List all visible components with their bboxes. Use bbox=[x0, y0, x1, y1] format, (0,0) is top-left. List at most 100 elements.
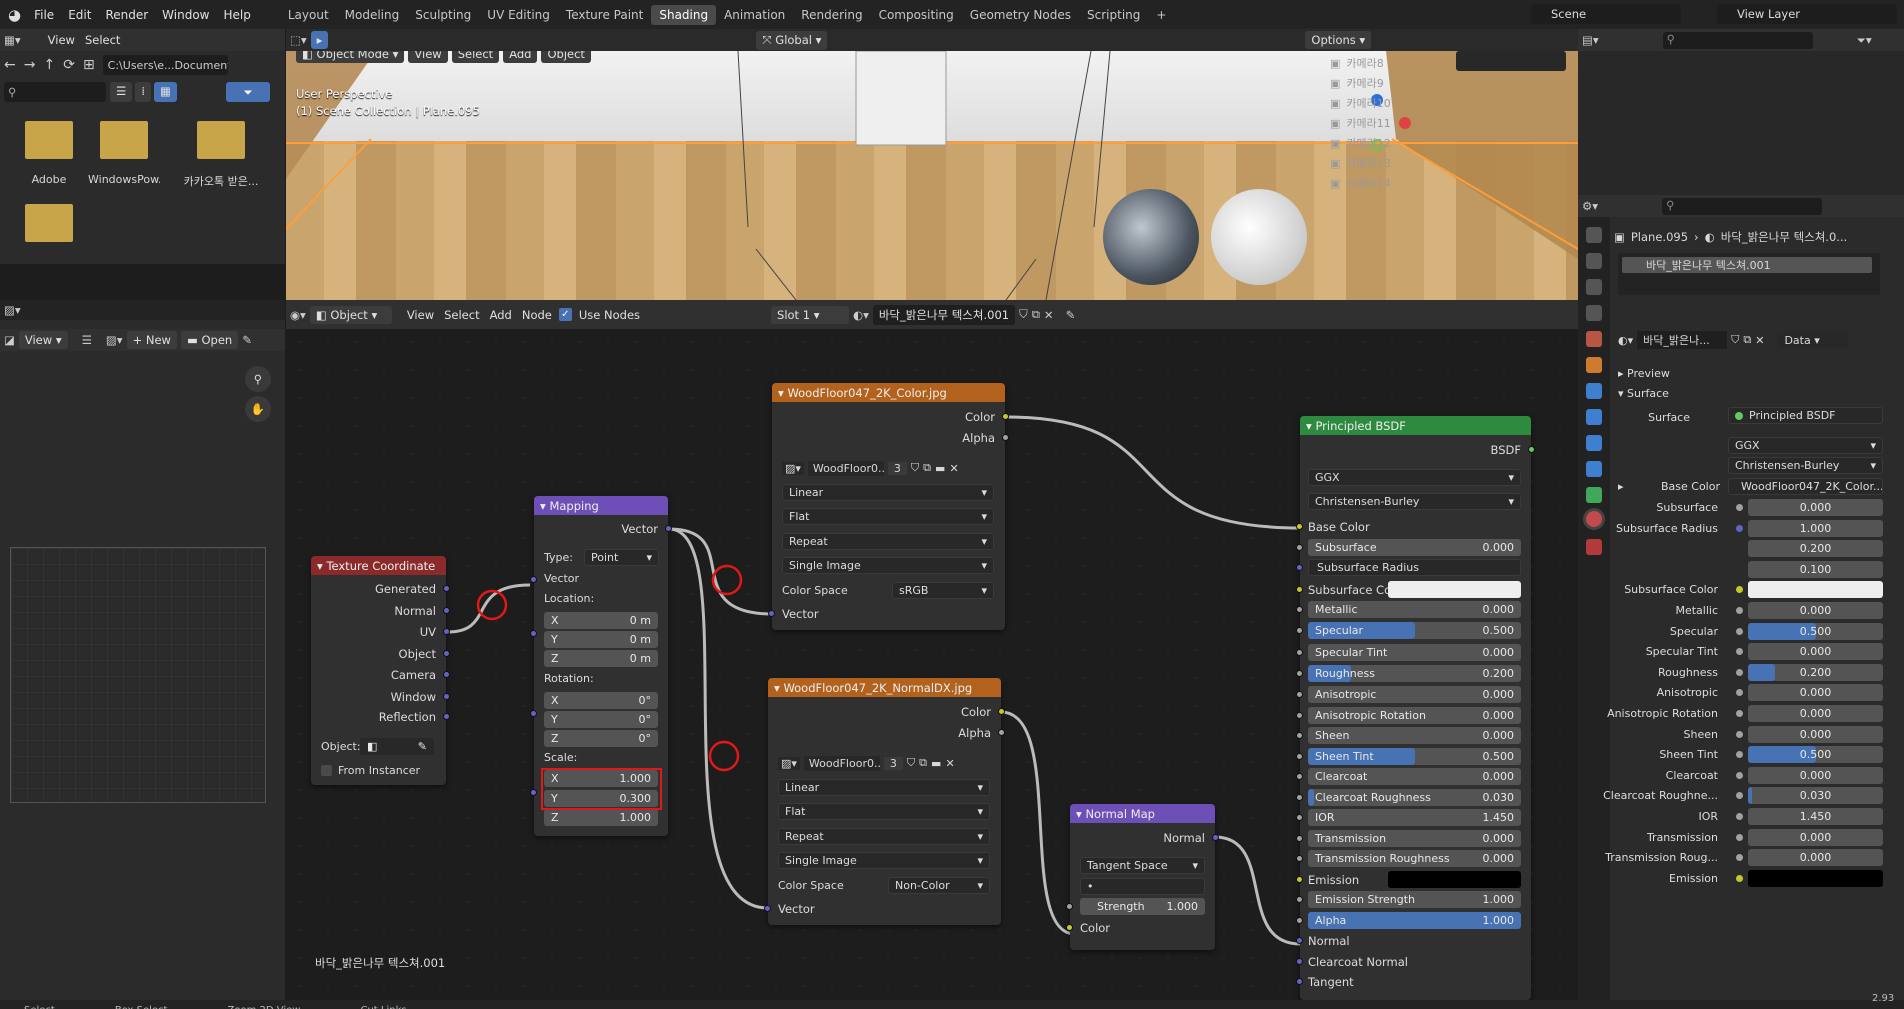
pan-hand-icon[interactable]: ✋ bbox=[245, 396, 271, 422]
image-datablock[interactable]: ▨▾ WoodFloor0... 3 ⛉ ⧉ ▬ ✕ bbox=[778, 754, 990, 772]
socket-icon[interactable] bbox=[1736, 628, 1743, 635]
property-field[interactable]: 0.030 bbox=[1748, 787, 1883, 804]
folder-item[interactable] bbox=[14, 204, 84, 242]
node-header[interactable]: ▾ Normal Map bbox=[1070, 804, 1215, 823]
menu-file[interactable]: File bbox=[27, 8, 61, 22]
socket[interactable] bbox=[530, 789, 537, 796]
socket[interactable] bbox=[443, 607, 450, 614]
fake-user-icon[interactable]: ⛉ bbox=[1731, 333, 1739, 347]
tab-modeling[interactable]: Modeling bbox=[337, 5, 408, 25]
socket[interactable] bbox=[530, 710, 537, 717]
tab-scripting[interactable]: Scripting bbox=[1079, 5, 1148, 25]
socket-icon[interactable] bbox=[1736, 689, 1743, 696]
property-field[interactable]: 0.000 bbox=[1748, 684, 1883, 701]
data-tab-icon[interactable] bbox=[1586, 487, 1602, 503]
socket-icon[interactable] bbox=[1736, 731, 1743, 738]
socket-icon[interactable] bbox=[1736, 834, 1743, 841]
socket-icon[interactable] bbox=[1736, 710, 1743, 717]
socket[interactable] bbox=[443, 650, 450, 657]
image-name[interactable]: WoodFloor0... bbox=[807, 460, 884, 476]
bsdf-input-field[interactable]: IOR 1.450 bbox=[1308, 809, 1521, 826]
color-space-select[interactable]: Non-Color ▾ bbox=[888, 877, 990, 894]
view-layer-tab-icon[interactable] bbox=[1586, 305, 1602, 321]
view-layer-selector[interactable]: View Layer bbox=[1717, 4, 1897, 24]
image-browse-icon[interactable]: ▨▾ bbox=[106, 333, 123, 347]
scene-tab-icon[interactable] bbox=[1586, 331, 1602, 347]
list-vertical-icon[interactable]: ☰ bbox=[110, 82, 133, 102]
output-tab-icon[interactable] bbox=[1586, 279, 1602, 295]
tool-tab-icon[interactable] bbox=[1586, 227, 1602, 243]
rotation-z-field[interactable]: Z 0° bbox=[544, 730, 658, 747]
socket[interactable] bbox=[1528, 446, 1535, 453]
physics-tab-icon[interactable] bbox=[1586, 435, 1602, 451]
outliner-item[interactable]: ▣ 카메라10 bbox=[1330, 95, 1391, 111]
projection-select[interactable]: Flat ▾ bbox=[778, 803, 990, 820]
socket[interactable] bbox=[665, 525, 672, 532]
tab-geometry-nodes[interactable]: Geometry Nodes bbox=[962, 5, 1079, 25]
editor-type-icon[interactable]: ⚙▾ bbox=[1582, 199, 1598, 213]
property-field[interactable]: 0.100 bbox=[1748, 561, 1883, 578]
socket[interactable] bbox=[443, 628, 450, 635]
normal-image-texture-node[interactable]: ▾ WoodFloor047_2K_NormalDX.jpg Color Alp… bbox=[764, 678, 1005, 925]
socket[interactable] bbox=[443, 693, 450, 700]
socket-icon[interactable] bbox=[1736, 607, 1743, 614]
socket-icon[interactable] bbox=[1736, 875, 1743, 882]
bsdf-input-field[interactable]: Subsurface 0.000 bbox=[1308, 539, 1521, 556]
distribution-select[interactable]: GGX ▾ bbox=[1308, 469, 1521, 486]
zoom-icon[interactable]: ⚲ bbox=[245, 366, 271, 392]
color-image-texture-node[interactable]: ▾ WoodFloor047_2K_Color.jpg Color Alpha … bbox=[768, 383, 1009, 630]
menu-help[interactable]: Help bbox=[217, 8, 258, 22]
principled-bsdf-node[interactable]: ▾ Principled BSDF BSDF GGX ▾ Christensen-… bbox=[1296, 416, 1535, 1000]
tab-layout[interactable]: Layout bbox=[280, 5, 337, 25]
texture-tab-icon[interactable] bbox=[1586, 539, 1602, 555]
tab-sculpting[interactable]: Sculpting bbox=[407, 5, 479, 25]
scale-z-field[interactable]: Z 1.000 bbox=[544, 809, 658, 826]
from-instancer-option[interactable]: From Instancer bbox=[321, 764, 420, 777]
tab-uv-editing[interactable]: UV Editing bbox=[479, 5, 558, 25]
projection-select[interactable]: Flat ▾ bbox=[782, 508, 994, 525]
space-select[interactable]: Tangent Space ▾ bbox=[1080, 857, 1205, 874]
list-horizontal-icon[interactable]: ⁞ bbox=[135, 82, 151, 102]
menu-render[interactable]: Render bbox=[98, 8, 155, 22]
interpolation-select[interactable]: Linear ▾ bbox=[782, 484, 994, 501]
socket[interactable] bbox=[1296, 753, 1303, 760]
bsdf-input-field[interactable]: Alpha 1.000 bbox=[1308, 912, 1521, 929]
base-color-link[interactable]: WoodFloor047_2K_Color... bbox=[1728, 478, 1883, 495]
socket[interactable] bbox=[1296, 691, 1303, 698]
folder-icon[interactable]: ▬ bbox=[931, 757, 941, 770]
bsdf-input-field[interactable]: Specular Tint 0.000 bbox=[1308, 644, 1521, 661]
location-z-field[interactable]: Z 0 m bbox=[544, 650, 658, 667]
socket-icon[interactable] bbox=[1736, 648, 1743, 655]
bsdf-input-field[interactable]: Transmission 0.000 bbox=[1308, 830, 1521, 847]
bsdf-input-field[interactable]: Anisotropic 0.000 bbox=[1308, 686, 1521, 703]
fb-menu-view[interactable]: View bbox=[45, 33, 78, 47]
refresh-icon[interactable]: ⟳ bbox=[63, 57, 75, 73]
constraints-tab-icon[interactable] bbox=[1586, 461, 1602, 477]
material-slot-item[interactable]: 바닥_밝은나무 텍스쳐.001 bbox=[1622, 257, 1872, 273]
material-field[interactable]: 바닥_밝은나... bbox=[1637, 331, 1728, 349]
property-field[interactable]: 0.000 bbox=[1748, 602, 1883, 619]
socket[interactable] bbox=[1066, 903, 1073, 910]
property-field[interactable]: 0.200 bbox=[1748, 540, 1883, 557]
hamburger-icon[interactable]: ☰ bbox=[82, 333, 92, 347]
socket[interactable] bbox=[1296, 544, 1303, 551]
socket[interactable] bbox=[1296, 896, 1303, 903]
socket[interactable] bbox=[443, 585, 450, 592]
property-field[interactable]: 0.000 bbox=[1748, 829, 1883, 846]
bsdf-input-field[interactable]: Sheen 0.000 bbox=[1308, 727, 1521, 744]
scene-selector[interactable]: Scene bbox=[1531, 4, 1681, 24]
property-field[interactable]: 0.200 bbox=[1748, 664, 1883, 681]
node-header[interactable]: ▾ Principled BSDF bbox=[1300, 416, 1531, 435]
link-select[interactable]: Data ▾ bbox=[1778, 332, 1849, 348]
surface-panel[interactable]: ▾ Surface bbox=[1618, 385, 1669, 402]
unlink-icon[interactable]: ✕ bbox=[1755, 334, 1764, 347]
bsdf-input-field[interactable]: Sheen Tint 0.500 bbox=[1308, 748, 1521, 765]
particles-tab-icon[interactable] bbox=[1586, 409, 1602, 425]
mapping-node[interactable]: ▾ Mapping Vector Type: Point ▾ Vector Loc… bbox=[530, 496, 672, 836]
rotation-y-field[interactable]: Y 0° bbox=[544, 711, 658, 728]
material-slot-list[interactable]: 바닥_밝은나무 텍스쳐.001 bbox=[1618, 253, 1880, 295]
socket-icon[interactable] bbox=[1736, 504, 1743, 511]
extension-select[interactable]: Repeat ▾ bbox=[778, 828, 990, 845]
socket[interactable] bbox=[530, 576, 537, 583]
location-y-field[interactable]: Y 0 m bbox=[544, 631, 658, 648]
